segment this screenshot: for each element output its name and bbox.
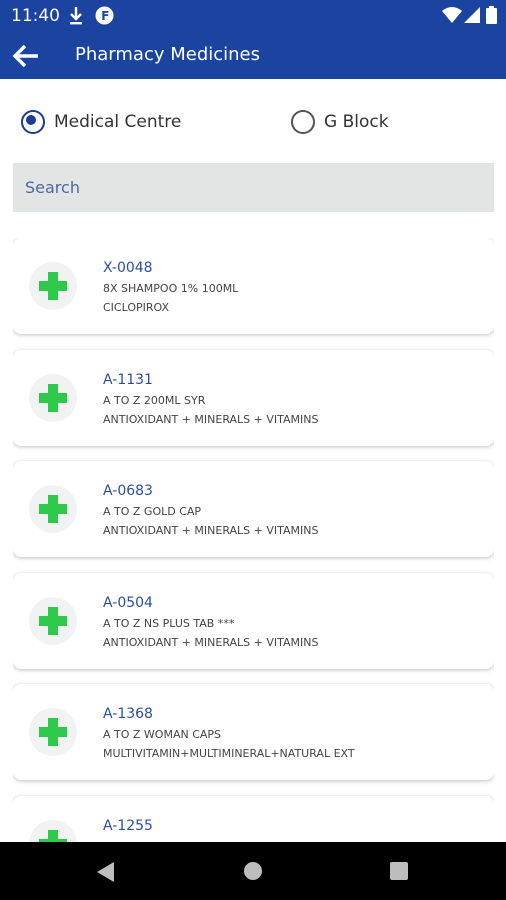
wifi-icon — [442, 6, 462, 29]
download-icon — [68, 6, 84, 31]
medicine-code: A-1255 — [103, 818, 153, 834]
medical-cross-icon — [29, 708, 77, 756]
medicine-composition: ANTIOXIDANT + MINERALS + VITAMINS — [103, 524, 319, 537]
radio-label: G Block — [324, 112, 389, 132]
medical-cross-icon — [29, 262, 77, 310]
medicine-code: A-0504 — [103, 595, 153, 611]
medical-cross-icon — [29, 820, 77, 842]
nav-home-icon[interactable] — [243, 861, 263, 886]
search-input[interactable]: Search — [13, 163, 494, 212]
system-nav-bar — [0, 842, 506, 900]
page-title: Pharmacy Medicines — [75, 44, 261, 65]
app-notification-icon: F — [95, 6, 114, 30]
medicine-card[interactable]: A-0683 A TO Z GOLD CAP ANTIOXIDANT + MIN… — [13, 461, 494, 557]
signal-icon — [463, 6, 481, 29]
medicine-composition: CICLOPIROX — [103, 301, 170, 314]
radio-circle — [291, 110, 315, 134]
radio-g-block[interactable]: G Block — [291, 100, 389, 144]
medicine-card[interactable]: X-0048 8X SHAMPOO 1% 100ML CICLOPIROX — [13, 238, 494, 334]
medical-cross-icon — [29, 485, 77, 533]
medicine-name: A TO Z GOLD CAP — [103, 505, 202, 518]
svg-text:F: F — [101, 9, 109, 23]
status-bar: 11:40 F — [0, 0, 506, 32]
search-placeholder: Search — [25, 178, 80, 197]
nav-back-icon[interactable] — [96, 861, 116, 888]
medicine-code: A-1131 — [103, 372, 153, 388]
back-arrow-icon[interactable] — [10, 40, 42, 72]
medicine-name: 8X SHAMPOO 1% 100ML — [103, 282, 239, 295]
medicine-card[interactable]: A-1255 — [13, 796, 494, 842]
medicine-composition: ANTIOXIDANT + MINERALS + VITAMINS — [103, 636, 319, 649]
medicine-code: A-0683 — [103, 483, 153, 499]
medicine-list[interactable]: X-0048 8X SHAMPOO 1% 100ML CICLOPIROX A-… — [13, 238, 494, 842]
medicine-code: A-1368 — [103, 706, 153, 722]
medicine-composition: ANTIOXIDANT + MINERALS + VITAMINS — [103, 413, 319, 426]
medical-cross-icon — [29, 597, 77, 645]
medical-cross-icon — [29, 374, 77, 422]
medicine-name: A TO Z 200ML SYR — [103, 394, 206, 407]
radio-label: Medical Centre — [54, 112, 182, 132]
medicine-card[interactable]: A-0504 A TO Z NS PLUS TAB *** ANTIOXIDAN… — [13, 573, 494, 669]
location-selector: Medical Centre G Block — [0, 100, 506, 144]
medicine-code: X-0048 — [103, 260, 153, 276]
radio-medical-centre[interactable]: Medical Centre — [21, 100, 181, 144]
battery-icon — [486, 6, 497, 29]
toolbar: Pharmacy Medicines — [0, 32, 506, 79]
app-bar: 11:40 F Pharmacy Medicines — [0, 0, 506, 79]
medicine-composition: MULTIVITAMIN+MULTIMINERAL+NATURAL EXT — [103, 747, 355, 760]
medicine-name: A TO Z WOMAN CAPS — [103, 728, 222, 741]
nav-recents-icon[interactable] — [390, 862, 408, 885]
radio-circle — [21, 110, 45, 134]
status-time: 11:40 — [11, 6, 60, 26]
medicine-card[interactable]: A-1368 A TO Z WOMAN CAPS MULTIVITAMIN+MU… — [13, 684, 494, 780]
medicine-card[interactable]: A-1131 A TO Z 200ML SYR ANTIOXIDANT + MI… — [13, 350, 494, 446]
medicine-name: A TO Z NS PLUS TAB *** — [103, 617, 235, 630]
